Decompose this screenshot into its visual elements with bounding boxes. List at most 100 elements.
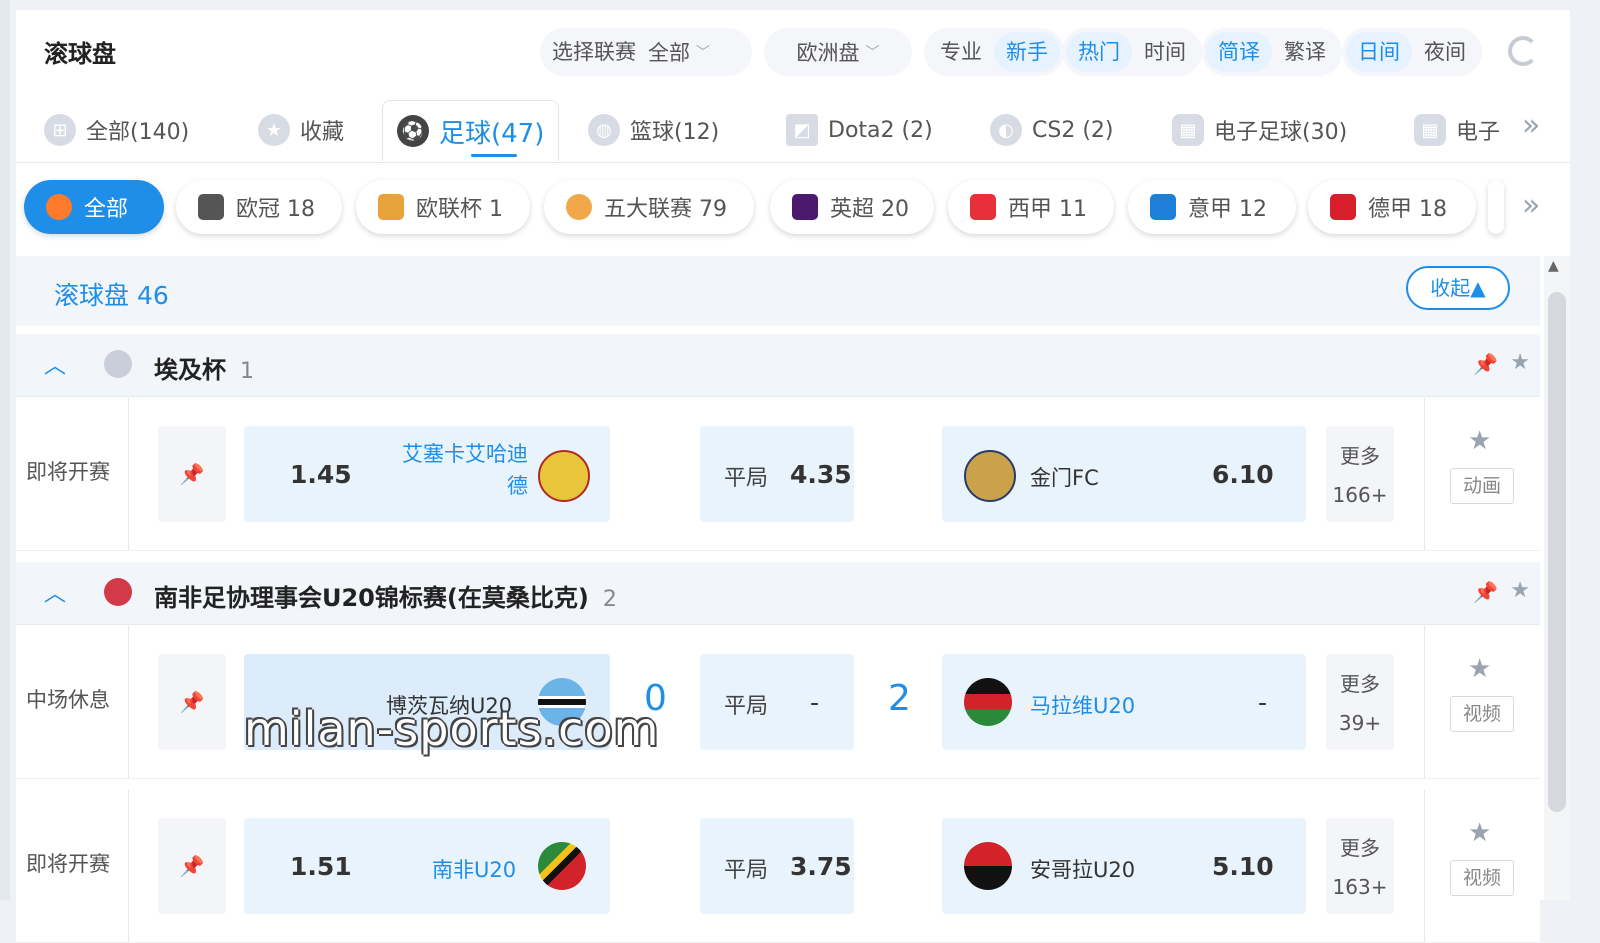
more-count: 166+ [1332,483,1388,507]
tab-label: 篮球(12) [630,120,720,145]
away-odds: 6.10 [1212,460,1274,489]
draw-odds: - [810,688,820,717]
chip-ucl[interactable]: 欧冠 18 [176,180,342,234]
chip-all[interactable]: 全部 [24,180,164,234]
tabs-scroll-right-icon[interactable]: » [1522,108,1540,143]
pin-icon[interactable]: 📌 [158,426,226,522]
pin-icon[interactable]: 📌 [1473,580,1498,604]
tab-label: 收藏 [300,120,345,145]
away-team-name: 金门FC [1030,466,1099,490]
top-bar: 滚球盘 选择联赛 全部 ﹀ 欧洲盘 ﹀ 专业 新手 热门 时间 简译 繁译 日间… [16,10,1570,90]
match-status: 即将开赛 [26,852,110,876]
star-icon[interactable]: ★ [1468,426,1491,456]
collapse-button[interactable]: 收起▲ [1406,266,1510,310]
main-panel: 滚球盘 选择联赛 全部 ﹀ 欧洲盘 ﹀ 专业 新手 热门 时间 简译 繁译 日间… [16,10,1570,943]
chip-label: 欧联杯 1 [416,197,503,222]
league-header[interactable]: ︿ 南非足协理事会U20锦标赛(在莫桑比克) 2 📌 ★ [16,562,1540,625]
chip-uel[interactable]: 欧联杯 1 [356,180,530,234]
pin-icon[interactable]: 📌 [158,654,226,750]
pin-icon[interactable]: 📌 [1473,352,1498,376]
star-icon[interactable]: ★ [1468,818,1491,848]
odds-type-dropdown[interactable]: 欧洲盘 ﹀ [764,28,912,76]
league-chips: 全部 欧冠 18 欧联杯 1 五大联赛 79 英超 20 西甲 11 意甲 12 [16,174,1570,244]
page-title: 滚球盘 [44,40,116,68]
more-label: 更多 [1340,836,1380,860]
tab-favorites[interactable]: ★ 收藏 [258,104,344,156]
tab-esoccer[interactable]: ▦ 电子足球(30) [1172,104,1347,156]
lang-simplified-button[interactable]: 简译 [1206,32,1272,72]
league-header[interactable]: ︿ 埃及杯 1 📌 ★ [16,334,1540,397]
league-name: 南非足协理事会U20锦标赛(在莫桑比克) 2 [154,578,617,613]
home-odds: 1.45 [290,460,352,489]
star-icon[interactable]: ★ [1510,350,1530,375]
refresh-icon[interactable] [1508,36,1538,66]
chip-seriea[interactable]: 意甲 12 [1128,180,1296,234]
more-label: 更多 [1340,672,1380,696]
away-team-name: 安哥拉U20 [1030,858,1136,882]
chip-bundesliga[interactable]: 德甲 18 [1308,180,1476,234]
scrollbar-thumb[interactable] [1548,292,1566,812]
team-logo-icon [964,450,1016,502]
draw-odds-button[interactable]: 平局 4.35 [700,426,854,522]
chips-scroll-right-icon[interactable]: » [1522,188,1540,223]
tab-cs2[interactable]: ◐ CS2 (2) [990,104,1113,156]
chip-next-partial[interactable] [1488,180,1504,234]
league-match-count: 1 [240,359,254,384]
video-button[interactable]: 视频 [1450,860,1514,896]
draw-label: 平局 [724,858,769,883]
tab-soccer[interactable]: ⚽ 足球(47) [382,100,560,161]
away-odds-button[interactable]: 马拉维U20 - [942,654,1306,750]
more-markets-button[interactable]: 更多 39+ [1326,654,1394,750]
chip-epl[interactable]: 英超 20 [770,180,934,234]
theme-night-button[interactable]: 夜间 [1412,32,1478,72]
away-odds-button[interactable]: 金门FC 6.10 [942,426,1306,522]
tab-basketball[interactable]: ◍ 篮球(12) [588,104,719,156]
divider [128,790,129,942]
star-icon[interactable]: ★ [1510,578,1530,603]
divider [1424,626,1425,778]
chevron-up-icon[interactable]: ︿ [44,576,66,608]
active-underline [471,154,517,157]
chip-label: 英超 20 [830,197,909,222]
tab-label: 电子足球(30) [1214,120,1348,145]
tab-dota2[interactable]: ◩ Dota2 (2) [786,104,933,156]
away-odds: 5.10 [1212,852,1274,881]
draw-odds: 3.75 [790,852,852,881]
home-team-name: 南非U20 [432,858,517,882]
more-markets-button[interactable]: 更多 166+ [1326,426,1394,522]
chip-label: 五大联赛 79 [604,197,727,222]
league-name: 埃及杯 1 [154,350,254,385]
away-team-name: 马拉维U20 [1030,694,1136,718]
chip-top5[interactable]: 五大联赛 79 [544,180,754,234]
divider [1424,790,1425,942]
mode-pro-button[interactable]: 专业 [928,32,994,72]
animation-button[interactable]: 动画 [1450,468,1514,504]
match-status: 即将开赛 [26,460,110,484]
star-icon[interactable]: ★ [1468,654,1491,684]
chip-laliga[interactable]: 西甲 11 [948,180,1114,234]
away-odds: - [1258,688,1268,717]
video-button[interactable]: 视频 [1450,696,1514,732]
home-odds-button[interactable]: 1.45 艾塞卡艾哈迪德 [244,426,610,522]
odds-type-label: 欧洲盘 [796,41,860,65]
tab-all[interactable]: ⊞ 全部(140) [44,104,189,156]
league-select-dropdown[interactable]: 选择联赛 全部 ﹀ [540,28,752,76]
premier-league-icon [792,194,818,220]
serie-a-icon [1150,194,1176,220]
left-edge-bar [0,0,10,900]
sort-hot-button[interactable]: 热门 [1066,32,1132,72]
chevron-down-icon: ﹀ [865,45,880,61]
chip-label: 全部 [84,197,129,222]
sort-time-button[interactable]: 时间 [1132,32,1198,72]
malawi-flag-icon [964,678,1012,726]
bundesliga-icon [1330,194,1356,220]
lang-traditional-button[interactable]: 繁译 [1272,32,1338,72]
chevron-up-icon[interactable]: ︿ [44,348,66,380]
league-match-count: 2 [602,587,617,612]
tab-ebasket[interactable]: ▦ 电子 [1414,104,1510,156]
theme-day-button[interactable]: 日间 [1346,32,1412,72]
draw-odds-button[interactable]: 平局 - [700,654,854,750]
scroll-up-icon[interactable]: ▲ [1548,258,1559,274]
chip-label: 欧冠 18 [236,197,315,222]
mode-novice-button[interactable]: 新手 [994,32,1060,72]
